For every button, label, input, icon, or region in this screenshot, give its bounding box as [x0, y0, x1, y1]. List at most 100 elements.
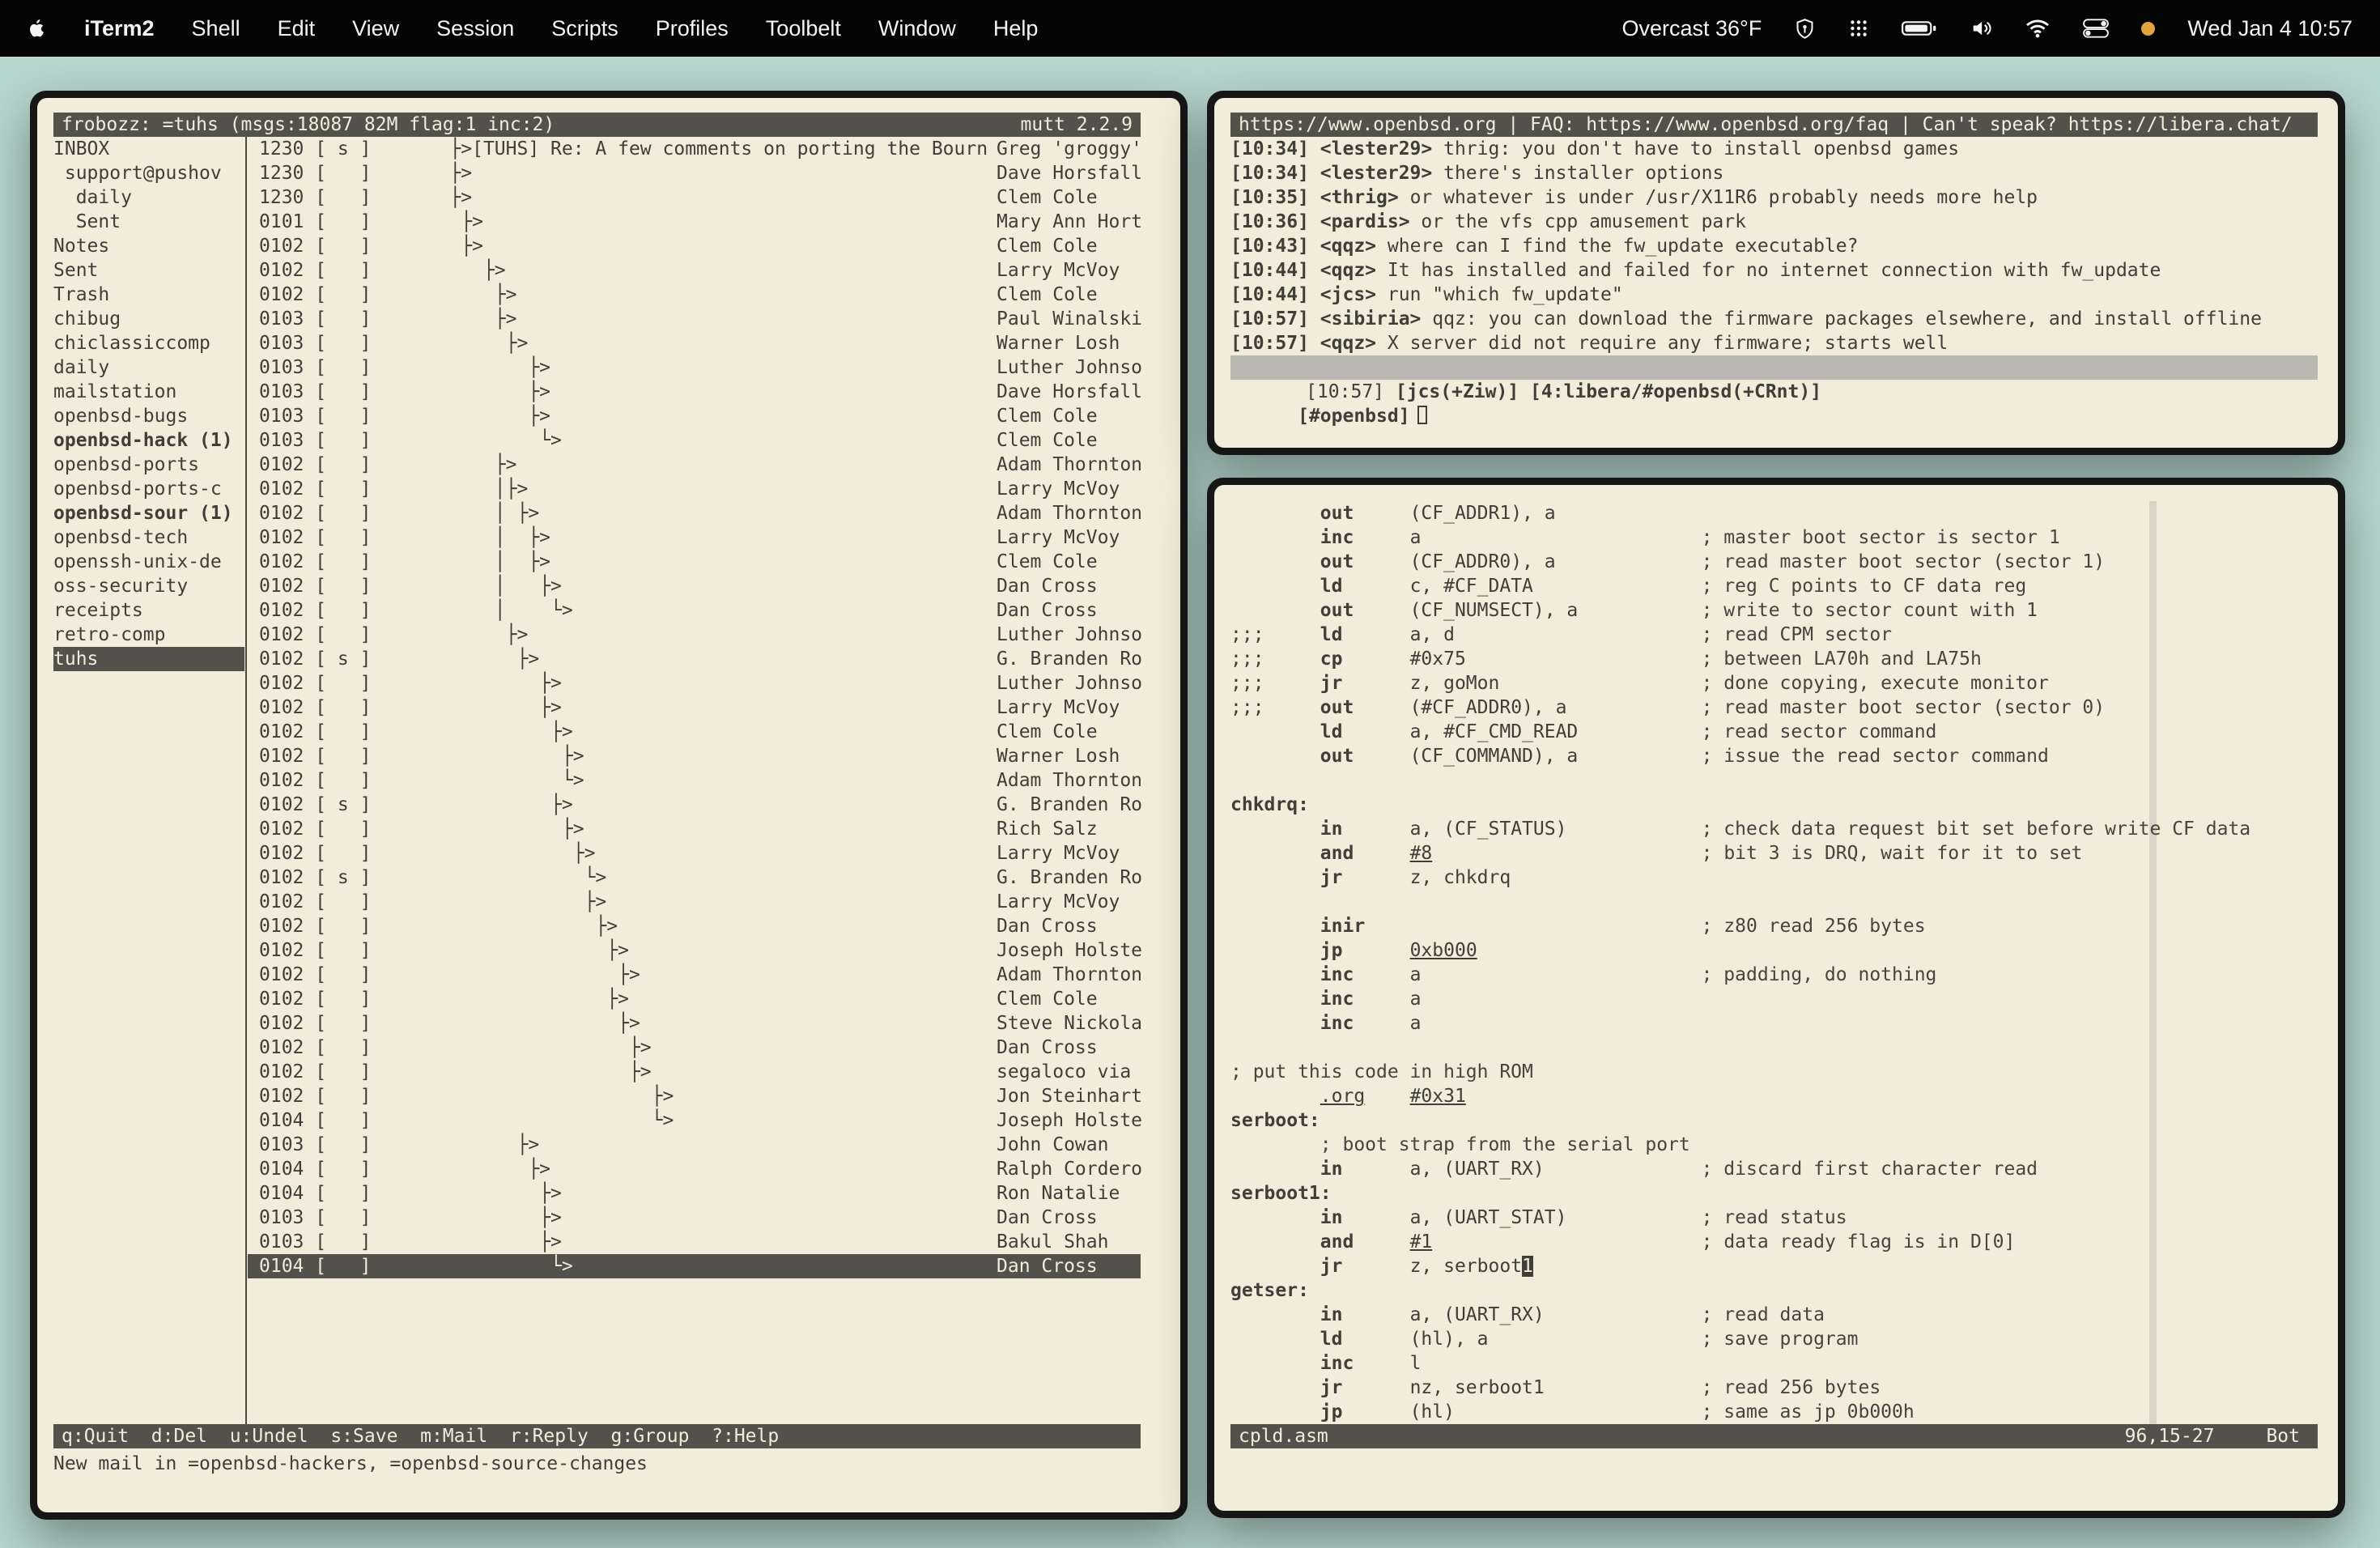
- mutt-terminal-window[interactable]: frobozz: =tuhs (msgs:18087 82M flag:1 in…: [30, 91, 1188, 1520]
- thread-entry: 1230 [ ] ├>: [259, 163, 472, 184]
- sender-name: Luther Johnso: [997, 623, 1142, 647]
- menu-item-view[interactable]: View: [352, 16, 399, 41]
- message-row[interactable]: 0102 [ ] ├>Larry McVoy: [248, 841, 1141, 865]
- menu-item-window[interactable]: Window: [878, 16, 956, 41]
- battery-icon[interactable]: [1902, 19, 1937, 37]
- message-row[interactable]: 0102 [ ] ├>Jon Steinhart: [248, 1084, 1141, 1108]
- menu-item-toolbelt[interactable]: Toolbelt: [766, 16, 841, 41]
- message-row[interactable]: 0103 [ ] ├>Dan Cross: [248, 1206, 1141, 1230]
- sender-name: Dan Cross: [997, 1254, 1098, 1278]
- message-row[interactable]: 0102 [ ] ├>Clem Cole: [248, 720, 1141, 744]
- message-row[interactable]: 0102 [ ] ├>Adam Thornton: [248, 963, 1141, 987]
- message-row[interactable]: 0102 [ ] ├>Clem Cole: [248, 283, 1141, 307]
- control-center-icon[interactable]: [2083, 19, 2109, 38]
- irc-nick: <qqz>: [1309, 236, 1376, 257]
- menu-item-profiles[interactable]: Profiles: [656, 16, 729, 41]
- message-row[interactable]: 0103 [ ] ├>Bakul Shah: [248, 1230, 1141, 1254]
- message-row[interactable]: 0102 [ ] │ └>Dan Cross: [248, 598, 1141, 623]
- message-row[interactable]: 0102 [ ] └>Adam Thornton: [248, 768, 1141, 793]
- message-row[interactable]: 0102 [ ] ├>Rich Salz: [248, 817, 1141, 841]
- code-line: ;;; out (#CF_ADDR0), a ; read master boo…: [1230, 695, 2318, 720]
- thread-entry: 0104 [ ] ├>: [259, 1183, 562, 1204]
- message-row[interactable]: 0102 [ s ] └>G. Branden Ro: [248, 865, 1141, 890]
- irc-terminal-window[interactable]: https://www.openbsd.org | FAQ: https://w…: [1207, 91, 2345, 455]
- irc-text: thrig: you don't have to install openbsd…: [1432, 138, 1959, 159]
- message-row[interactable]: 0102 [ ] │ ├>Larry McVoy: [248, 525, 1141, 550]
- thread-entry: 0102 [ ] ├>: [259, 1061, 652, 1082]
- sender-name: Greg 'groggy': [997, 137, 1142, 161]
- thread-entry: 0102 [ ] ├>: [259, 1086, 674, 1107]
- menu-item-session[interactable]: Session: [436, 16, 514, 41]
- sender-name: Rich Salz: [997, 817, 1098, 841]
- message-row[interactable]: 0102 [ ] │ ├>Adam Thornton: [248, 501, 1141, 525]
- menu-item-shell[interactable]: Shell: [192, 16, 240, 41]
- message-row[interactable]: 0103 [ ] ├>Dave Horsfall: [248, 380, 1141, 404]
- message-row[interactable]: 0102 [ ] ├>Larry McVoy: [248, 258, 1141, 283]
- sender-name: John Cowan: [997, 1133, 1108, 1157]
- message-row[interactable]: 0104 [ ] ├> Ron Natalie: [248, 1181, 1141, 1206]
- message-row[interactable]: 0102 [ ] ├>Dan Cross: [248, 914, 1141, 938]
- message-row[interactable]: 0103 [ ] ├>Warner Losh: [248, 331, 1141, 355]
- irc-message: [10:44] <qqz> It has installed and faile…: [1230, 258, 2318, 283]
- irc-text: where can I find the fw_update executabl…: [1376, 236, 1858, 257]
- menu-item-scripts[interactable]: Scripts: [551, 16, 618, 41]
- message-row[interactable]: 0102 [ ] ├>Luther Johnso: [248, 671, 1141, 695]
- apple-menu-icon[interactable]: [28, 17, 47, 40]
- message-row[interactable]: 0102 [ ] │├>Larry McVoy: [248, 477, 1141, 501]
- message-row[interactable]: 1230 [ ] ├>Clem Cole: [248, 185, 1141, 210]
- message-row[interactable]: 0103 [ ] ├>Luther Johnso: [248, 355, 1141, 380]
- vim-terminal-window[interactable]: out (CF_ADDR1), a inc a ; master boot se…: [1207, 478, 2345, 1518]
- message-row[interactable]: 0102 [ ] ├>Luther Johnso: [248, 623, 1141, 647]
- message-row[interactable]: 0102 [ ] ├>Clem Cole: [248, 987, 1141, 1011]
- vim-filename: cpld.asm: [1239, 1424, 1328, 1448]
- thread-entry: 1230 [ ] ├>: [259, 187, 472, 208]
- message-row[interactable]: 0102 [ ] ├>Adam Thornton: [248, 453, 1141, 477]
- sender-name: Ron Natalie: [997, 1181, 1120, 1206]
- irc-timestamp: [10:44]: [1230, 260, 1309, 281]
- thread-entry: 0104 [ ] ├>: [259, 1159, 550, 1180]
- message-row[interactable]: 0103 [ ] ├>John Cowan: [248, 1133, 1141, 1157]
- irc-message: [10:57] <qqz> X server did not require a…: [1230, 331, 2318, 355]
- message-row[interactable]: 0103 [ ] ├>Clem Cole: [248, 404, 1141, 428]
- message-row[interactable]: 0102 [ ] ├>Dan Cross: [248, 1036, 1141, 1060]
- message-row[interactable]: 0102 [ s ] ├>G. Branden Ro: [248, 647, 1141, 671]
- shield-icon[interactable]: [1794, 18, 1816, 40]
- irc-input-line[interactable]: [#openbsd]: [1230, 380, 1427, 448]
- message-row[interactable]: 0102 [ ] ├>Steve Nickola: [248, 1011, 1141, 1036]
- message-row[interactable]: 1230 [ ] ├>Dave Horsfall: [248, 161, 1141, 185]
- code-line: and #1 ; data ready flag is in D[0]: [1230, 1230, 2318, 1254]
- sender-name: Dave Horsfall: [997, 380, 1142, 404]
- volume-icon[interactable]: [1970, 17, 1992, 40]
- message-row[interactable]: 0102 [ ] ├>Clem Cole: [248, 234, 1141, 258]
- message-row[interactable]: 0101 [ ] ├>Mary Ann Hort: [248, 210, 1141, 234]
- message-row[interactable]: 0102 [ s ] ├>G. Branden Ro: [248, 793, 1141, 817]
- menu-item-edit[interactable]: Edit: [278, 16, 316, 41]
- notification-dot-icon[interactable]: [2141, 22, 2155, 36]
- thread-entry: 0103 [ ] ├>: [259, 406, 550, 427]
- sender-name: Warner Losh: [997, 331, 1120, 355]
- message-row[interactable]: 0102 [ ] ├>segaloco via: [248, 1060, 1141, 1084]
- message-row[interactable]: 0103 [ ] └>Clem Cole: [248, 428, 1141, 453]
- app-menu-iterm2[interactable]: iTerm2: [84, 16, 155, 41]
- message-row[interactable]: 0102 [ ] ├>Larry McVoy: [248, 695, 1141, 720]
- menu-item-help[interactable]: Help: [993, 16, 1039, 41]
- message-row[interactable]: 0104 [ ] ├>Ralph Cordero: [248, 1157, 1141, 1181]
- message-row[interactable]: 0102 [ ] ├>Larry McVoy: [248, 890, 1141, 914]
- message-row[interactable]: 1230 [ s ] ├>[TUHS] Re: A few comments o…: [248, 137, 1141, 161]
- wifi-icon[interactable]: [2025, 18, 2051, 39]
- irc-text: or whatever is under /usr/X11R6 probably…: [1399, 187, 2038, 208]
- code-line: inc a ; master boot sector is sector 1: [1230, 525, 2318, 550]
- irc-text: It has installed and failed for no inter…: [1376, 260, 2161, 281]
- message-row[interactable]: 0102 [ ] │ ├>Clem Cole: [248, 550, 1141, 574]
- message-row[interactable]: 0103 [ ] ├>Paul Winalski: [248, 307, 1141, 331]
- code-line: out (CF_ADDR0), a ; read master boot sec…: [1230, 550, 2318, 574]
- message-row[interactable]: 0102 [ ] ├>Warner Losh: [248, 744, 1141, 768]
- vim-code-area[interactable]: out (CF_ADDR1), a inc a ; master boot se…: [1230, 501, 2318, 1424]
- message-row[interactable]: 0104 [ ] └>Joseph Holste: [248, 1108, 1141, 1133]
- message-row[interactable]: 0102 [ ] │ ├>Dan Cross: [248, 574, 1141, 598]
- message-row[interactable]: 0102 [ ] ├>Joseph Holste: [248, 938, 1141, 963]
- app-grid-icon[interactable]: [1848, 18, 1869, 39]
- weather-status[interactable]: Overcast 36°F: [1621, 16, 1762, 41]
- menu-bar-clock[interactable]: Wed Jan 4 10:57: [2187, 16, 2352, 41]
- message-row[interactable]: 0104 [ ] └>Dan Cross: [248, 1254, 1141, 1278]
